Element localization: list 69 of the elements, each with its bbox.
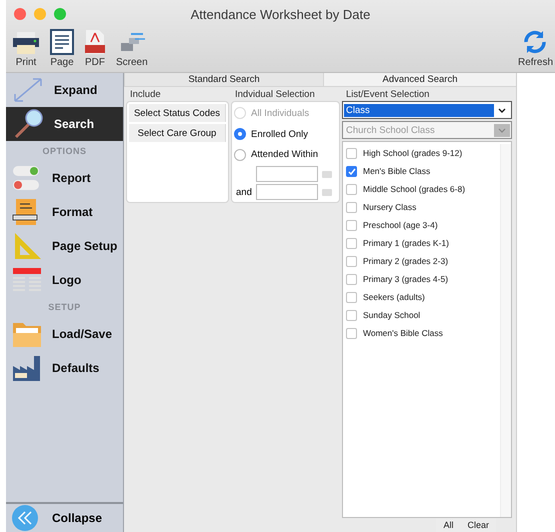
- radio-option[interactable]: Enrolled Only: [234, 124, 337, 144]
- checkbox[interactable]: [346, 274, 357, 284]
- list-type-dropdown[interactable]: Class: [342, 101, 512, 119]
- radio-option[interactable]: Attended Within: [234, 145, 337, 164]
- printer-icon: [12, 31, 40, 55]
- factory-icon: [12, 354, 42, 382]
- checkbox[interactable]: [346, 202, 357, 212]
- sidebar-item[interactable]: Expand: [6, 73, 123, 107]
- folder-icon: [12, 320, 42, 348]
- list-item-label: Primary 1 (grades K-1): [363, 238, 449, 248]
- sidebar-item[interactable]: Logo: [6, 263, 123, 297]
- toggle-switches-icon: [12, 164, 42, 192]
- sidebar-item[interactable]: Report: [6, 161, 123, 195]
- list-item-label: Men's Bible Class: [363, 166, 430, 176]
- sidebar-item[interactable]: Search: [6, 107, 123, 141]
- select-button[interactable]: Select Status Codes: [129, 104, 226, 122]
- diagonal-arrows-icon: [12, 76, 44, 104]
- checkbox[interactable]: [346, 184, 357, 194]
- list-item-label: High School (grades 9-12): [363, 148, 462, 158]
- tab[interactable]: Standard Search: [124, 73, 323, 87]
- double-chevron-icon: [12, 505, 38, 531]
- close-button[interactable]: [14, 8, 26, 20]
- minimize-button[interactable]: [34, 8, 46, 20]
- magnifier-icon: [12, 109, 44, 139]
- sidebar-item[interactable]: Load/Save: [6, 317, 123, 351]
- sidebar-item[interactable]: Format: [6, 195, 123, 229]
- toolbar-button[interactable]: Print: [10, 31, 42, 68]
- list-item-label: Middle School (grades 6-8): [363, 184, 466, 194]
- scrollbar-track[interactable]: [500, 144, 511, 517]
- sidebar-item[interactable]: Defaults: [6, 351, 123, 385]
- list-item-label: Primary 2 (grades 2-3): [363, 256, 448, 266]
- toolbar-button[interactable]: Page: [48, 29, 76, 68]
- document-icon: [50, 29, 74, 55]
- checkbox[interactable]: [346, 256, 357, 266]
- checkbox[interactable]: [346, 328, 357, 338]
- pdf-file-icon: [84, 29, 106, 55]
- list-item-label: Women's Bible Class: [363, 328, 443, 338]
- field-label: and: [236, 186, 252, 198]
- refresh-icon: [522, 29, 548, 55]
- sidebar-section-label: SETUP: [48, 302, 81, 312]
- list-item-label: Nursery Class: [363, 202, 416, 212]
- list-item-label: Primary 3 (grades 4-5): [363, 274, 448, 284]
- chevron-down-icon: [498, 128, 506, 132]
- chevron-down-icon: [498, 108, 506, 112]
- checkbox[interactable]: [346, 148, 357, 158]
- checkbox[interactable]: [346, 220, 357, 230]
- sidebar-section-label: OPTIONS: [42, 146, 86, 156]
- checkbox[interactable]: [346, 166, 357, 176]
- section-heading: Include: [130, 89, 161, 100]
- date-field[interactable]: [256, 166, 318, 182]
- list-item-label: Sunday School: [363, 310, 420, 320]
- toolbar-button[interactable]: PDF: [82, 29, 108, 68]
- toolbar-button[interactable]: Screen: [114, 31, 150, 68]
- refresh-button[interactable]: Refresh: [516, 29, 555, 68]
- checkbox[interactable]: [346, 310, 357, 320]
- tab[interactable]: Advanced Search: [322, 73, 516, 87]
- select-button[interactable]: Select Care Group: [129, 124, 226, 142]
- collapse-button[interactable]: Collapse: [6, 502, 123, 532]
- checkbox[interactable]: [346, 238, 357, 248]
- list-item-label: Seekers (adults): [363, 292, 425, 302]
- sidebar-item[interactable]: Page Setup: [6, 229, 123, 263]
- date-field[interactable]: [256, 184, 318, 200]
- checkbox[interactable]: [346, 292, 357, 302]
- window-title: Attendance Worksheet by Date: [190, 6, 370, 22]
- section-heading: List/Event Selection: [346, 89, 430, 100]
- section-heading: Indvidual Selection: [235, 89, 315, 100]
- list-item-label: Preschool (age 3-4): [363, 220, 438, 230]
- logo-layout-icon: [12, 267, 42, 293]
- zoom-button[interactable]: [54, 8, 66, 20]
